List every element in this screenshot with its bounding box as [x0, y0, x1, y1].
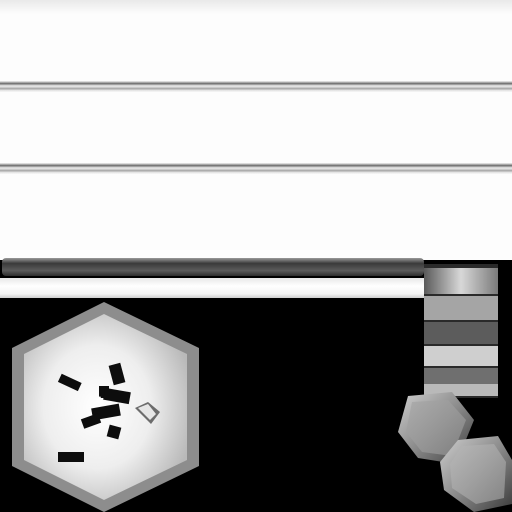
column-icon	[424, 264, 498, 398]
texture-artwork	[12, 264, 512, 512]
crystal-icon	[398, 392, 512, 512]
